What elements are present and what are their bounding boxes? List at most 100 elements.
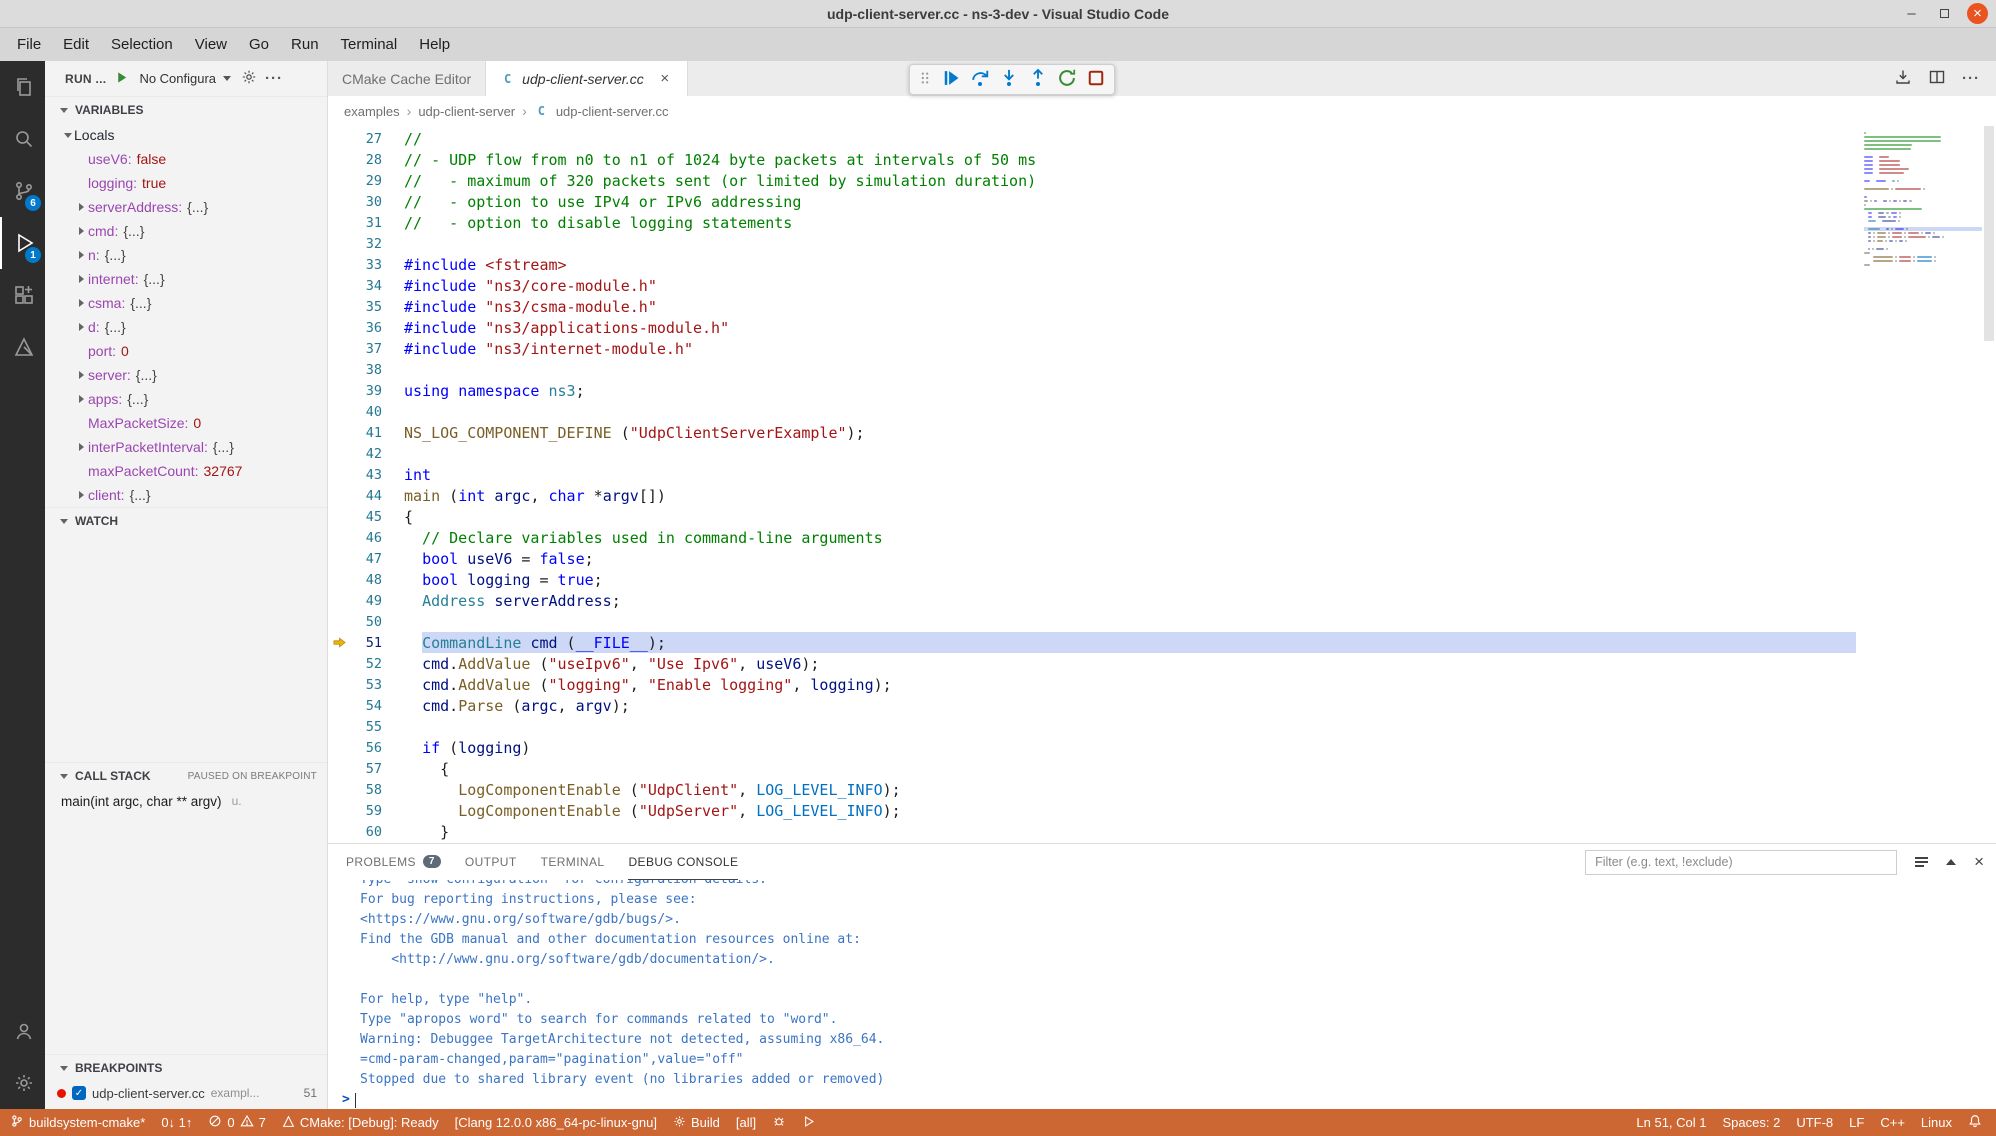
code-line[interactable]: 30// - option to use IPv4 or IPv6 addres… xyxy=(328,191,1856,212)
run-file-icon[interactable] xyxy=(1894,68,1912,89)
clear-console-icon[interactable] xyxy=(1915,857,1928,867)
minimize-icon[interactable] xyxy=(1901,3,1922,24)
breadcrumb-file[interactable]: udp-client-server.cc xyxy=(556,104,669,119)
code-line[interactable]: 33#include <fstream> xyxy=(328,254,1856,275)
continue-button[interactable] xyxy=(941,68,961,91)
breakpoints-section-header[interactable]: BREAKPOINTS xyxy=(45,1054,327,1081)
restore-icon[interactable] xyxy=(1934,3,1955,24)
step-out-button[interactable] xyxy=(1028,68,1048,91)
code-line[interactable]: 31// - option to disable logging stateme… xyxy=(328,212,1856,233)
activitybar-extensions[interactable] xyxy=(0,269,45,321)
code-line[interactable]: 46 // Declare variables used in command-… xyxy=(328,527,1856,548)
callstack-section-header[interactable]: CALL STACK PAUSED ON BREAKPOINT xyxy=(45,762,327,789)
code-line[interactable]: 29// - maximum of 320 packets sent (or l… xyxy=(328,170,1856,191)
code-line[interactable]: 44main (int argc, char *argv[]) xyxy=(328,485,1856,506)
code-line[interactable]: 48 bool logging = true; xyxy=(328,569,1856,590)
code-line[interactable]: 59 LogComponentEnable ("UdpServer", LOG_… xyxy=(328,800,1856,821)
menu-item-view[interactable]: View xyxy=(184,28,238,61)
breakpoint-row[interactable]: udp-client-server.cc exampl... 51 xyxy=(45,1081,327,1105)
drag-grip-icon[interactable] xyxy=(918,70,932,89)
code-line[interactable]: 49 Address serverAddress; xyxy=(328,590,1856,611)
code-line[interactable]: 60 } xyxy=(328,821,1856,842)
code-line[interactable]: 43int xyxy=(328,464,1856,485)
code-line[interactable]: 40 xyxy=(328,401,1856,422)
activitybar-explorer[interactable] xyxy=(0,61,45,113)
statusbar-sync[interactable]: 0↓ 1↑ xyxy=(153,1109,200,1136)
tab-udp-client-server[interactable]: udp-client-server.cc xyxy=(486,61,688,96)
variable-row[interactable]: serverAddress:{...} xyxy=(45,195,327,219)
variable-row[interactable]: interPacketInterval:{...} xyxy=(45,435,327,459)
code-line[interactable]: 50 xyxy=(328,611,1856,632)
code-line[interactable]: 51 CommandLine cmd (__FILE__); xyxy=(328,632,1856,653)
variable-row[interactable]: apps:{...} xyxy=(45,387,327,411)
close-icon[interactable] xyxy=(1967,3,1988,24)
statusbar-eol[interactable]: LF xyxy=(1841,1109,1872,1136)
variable-row[interactable]: n:{...} xyxy=(45,243,327,267)
more-actions-icon[interactable] xyxy=(1962,70,1980,87)
watch-section-header[interactable]: WATCH xyxy=(45,507,327,534)
code-line[interactable]: 41NS_LOG_COMPONENT_DEFINE ("UdpClientSer… xyxy=(328,422,1856,443)
step-into-button[interactable] xyxy=(999,68,1019,91)
menu-item-file[interactable]: File xyxy=(6,28,52,61)
statusbar-kit[interactable]: [Clang 12.0.0 x86_64-pc-linux-gnu] xyxy=(447,1109,665,1136)
statusbar-problems[interactable]: 0 7 xyxy=(200,1109,273,1136)
code-line[interactable]: 56 if (logging) xyxy=(328,737,1856,758)
statusbar-launch[interactable] xyxy=(794,1109,823,1136)
activitybar-accounts[interactable] xyxy=(0,1005,45,1057)
statusbar-cursor-position[interactable]: Ln 51, Col 1 xyxy=(1628,1109,1714,1136)
panel-tab-problems[interactable]: PROBLEMS 7 xyxy=(346,844,441,880)
variables-section-header[interactable]: VARIABLES xyxy=(45,96,327,123)
scrollbar-slider[interactable] xyxy=(1984,126,1994,341)
tab-cmake-cache-editor[interactable]: CMake Cache Editor xyxy=(328,61,486,96)
editor-scrollbar[interactable] xyxy=(1982,126,1996,843)
statusbar-build-button[interactable]: Build xyxy=(665,1109,728,1136)
scope-locals-row[interactable]: Locals xyxy=(45,123,327,147)
close-icon[interactable] xyxy=(657,70,673,87)
statusbar-branch[interactable]: buildsystem-cmake* xyxy=(2,1109,153,1136)
debug-configure-button[interactable] xyxy=(241,69,257,88)
statusbar-encoding[interactable]: UTF-8 xyxy=(1788,1109,1841,1136)
code-line[interactable]: 28// - UDP flow from n0 to n1 of 1024 by… xyxy=(328,149,1856,170)
debug-console-input[interactable]: > xyxy=(342,1090,1996,1109)
variable-row[interactable]: internet:{...} xyxy=(45,267,327,291)
variable-row[interactable]: server:{...} xyxy=(45,363,327,387)
code-line[interactable]: 35#include "ns3/csma-module.h" xyxy=(328,296,1856,317)
activitybar-settings[interactable] xyxy=(0,1057,45,1109)
activitybar-cmake[interactable] xyxy=(0,321,45,373)
start-debug-button[interactable] xyxy=(114,70,129,88)
variable-row[interactable]: cmd:{...} xyxy=(45,219,327,243)
stop-button[interactable] xyxy=(1086,68,1106,91)
variable-row[interactable]: port:0 xyxy=(45,339,327,363)
code-line[interactable]: 57 { xyxy=(328,758,1856,779)
breakpoint-checkbox[interactable] xyxy=(72,1086,86,1100)
code-line[interactable]: 32 xyxy=(328,233,1856,254)
maximize-panel-icon[interactable] xyxy=(1946,859,1956,865)
statusbar-debug-target[interactable] xyxy=(764,1109,794,1136)
debug-config-dropdown[interactable]: No Configura xyxy=(137,69,233,88)
stack-frame-row[interactable]: main(int argc, char ** argv) u. xyxy=(45,789,327,813)
menu-item-selection[interactable]: Selection xyxy=(100,28,184,61)
panel-tab-output[interactable]: OUTPUT xyxy=(465,844,517,880)
variable-row[interactable]: useV6:false xyxy=(45,147,327,171)
activitybar-run-and-debug[interactable]: 1 xyxy=(0,217,45,269)
code-line[interactable]: 38 xyxy=(328,359,1856,380)
statusbar-language[interactable]: C++ xyxy=(1872,1109,1913,1136)
step-over-button[interactable] xyxy=(970,68,990,91)
variable-row[interactable]: maxPacketCount:32767 xyxy=(45,459,327,483)
code-line[interactable]: 52 cmd.AddValue ("useIpv6", "Use Ipv6", … xyxy=(328,653,1856,674)
variable-row[interactable]: MaxPacketSize:0 xyxy=(45,411,327,435)
activitybar-search[interactable] xyxy=(0,113,45,165)
statusbar-cmake-status[interactable]: CMake: [Debug]: Ready xyxy=(274,1109,447,1136)
variable-row[interactable]: client:{...} xyxy=(45,483,327,507)
code-line[interactable]: 36#include "ns3/applications-module.h" xyxy=(328,317,1856,338)
code-line[interactable]: 61 xyxy=(328,842,1856,843)
breadcrumb-folder[interactable]: udp-client-server xyxy=(418,104,515,119)
statusbar-build-target[interactable]: [all] xyxy=(728,1109,764,1136)
activitybar-source-control[interactable]: 6 xyxy=(0,165,45,217)
code-line[interactable]: 42 xyxy=(328,443,1856,464)
menu-item-terminal[interactable]: Terminal xyxy=(330,28,409,61)
variable-row[interactable]: d:{...} xyxy=(45,315,327,339)
code-line[interactable]: 37#include "ns3/internet-module.h" xyxy=(328,338,1856,359)
minimap[interactable] xyxy=(1860,131,1982,271)
code-line[interactable]: 47 bool useV6 = false; xyxy=(328,548,1856,569)
